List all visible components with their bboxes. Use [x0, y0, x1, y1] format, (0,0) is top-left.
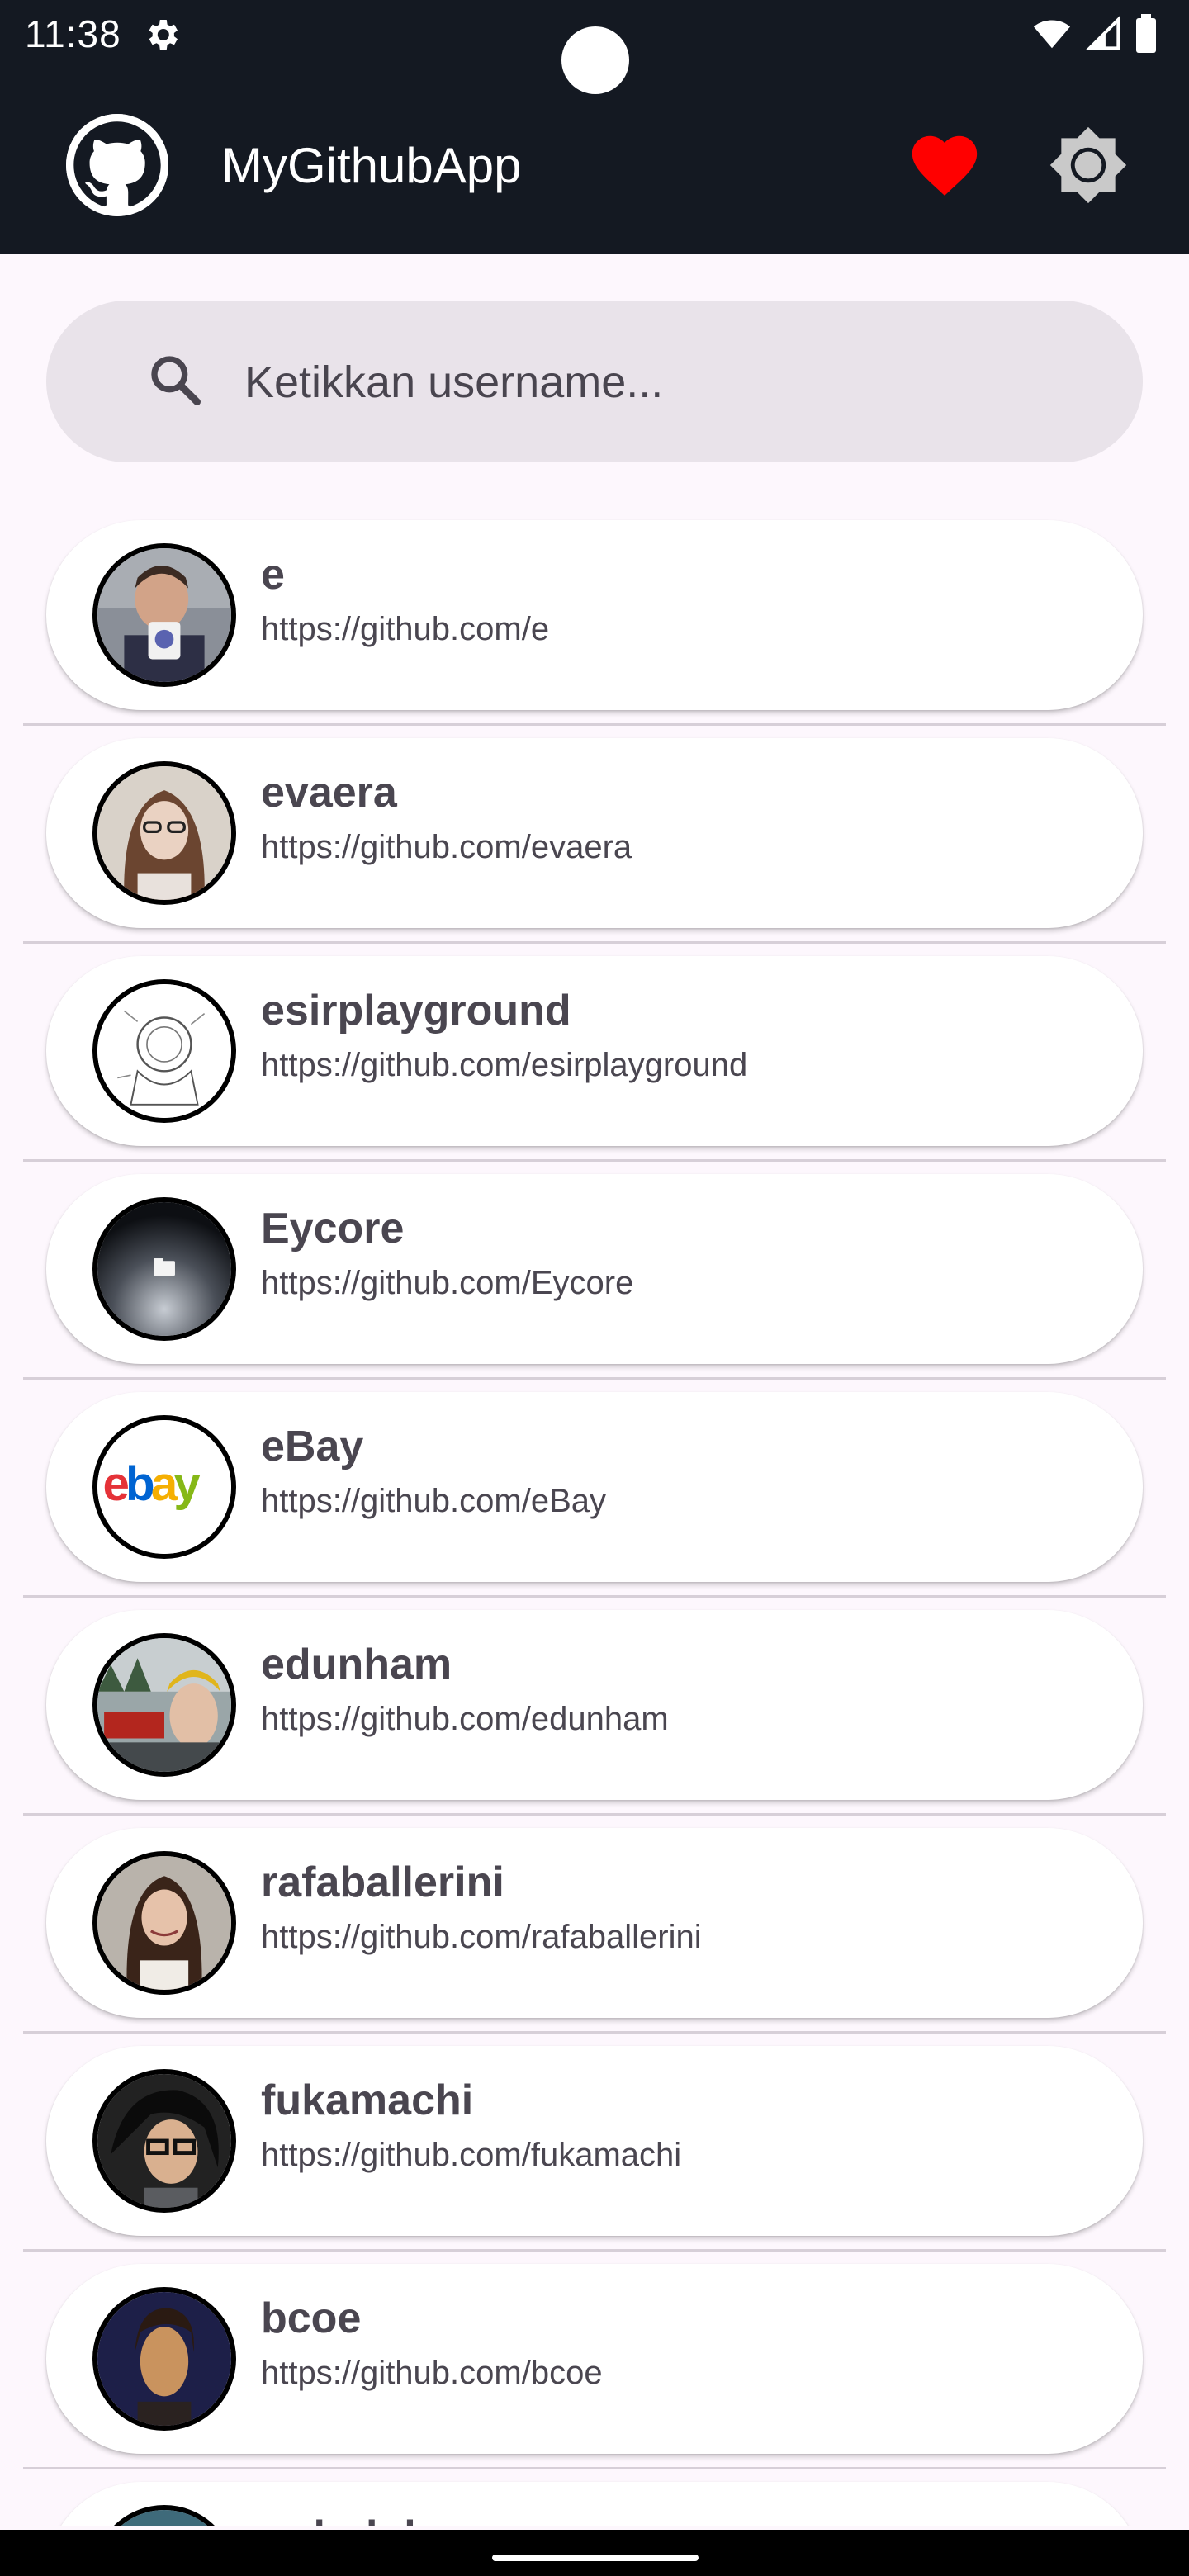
list-item[interactable]: fukamachi https://github.com/fukamachi [0, 2044, 1189, 2262]
status-time: 11:38 [25, 12, 121, 55]
list-item[interactable]: esirplayground https://github.com/esirpl… [0, 954, 1189, 1172]
user-card[interactable]: Eycore https://github.com/Eycore [46, 1174, 1143, 1364]
settings-status-icon [142, 15, 182, 54]
screen: 11:38 MyGithubApp Ketikkan username... e… [0, 0, 1189, 2576]
username: gobolula [261, 2512, 440, 2526]
list-item[interactable]: evaera https://github.com/evaera [0, 736, 1189, 954]
list-item[interactable]: ebay eBay https://github.com/eBay [0, 1390, 1189, 1608]
github-logo-icon [66, 114, 168, 216]
divider [23, 723, 1166, 726]
camera-cutout [561, 26, 629, 94]
divider [23, 941, 1166, 944]
username: eBay [261, 1423, 364, 1470]
svg-text:ebay: ebay [102, 1457, 201, 1511]
list-item[interactable]: edunham https://github.com/edunham [0, 1608, 1189, 1826]
divider [23, 1595, 1166, 1598]
user-card[interactable]: bcoe https://github.com/bcoe [46, 2264, 1143, 2454]
avatar [92, 979, 236, 1123]
battery-icon [1135, 13, 1158, 58]
user-card[interactable]: fukamachi https://github.com/fukamachi [46, 2046, 1143, 2236]
heart-icon [906, 126, 983, 208]
username: edunham [261, 1641, 452, 1688]
status-bar: 11:38 [0, 0, 1189, 94]
ebay-logo: ebay [92, 1415, 236, 1559]
username: esirplayground [261, 987, 571, 1035]
avatar [92, 1851, 236, 1995]
avatar [92, 1197, 236, 1341]
user-card[interactable]: esirplayground https://github.com/esirpl… [46, 956, 1143, 1146]
user-url: https://github.com/eBay [261, 1483, 607, 1519]
user-card[interactable]: e https://github.com/e [46, 520, 1143, 710]
user-card[interactable]: ebay eBay https://github.com/eBay [46, 1392, 1143, 1582]
list-item[interactable]: Eycore https://github.com/Eycore [0, 1172, 1189, 1390]
avatar [92, 543, 236, 687]
username: rafaballerini [261, 1859, 504, 1906]
status-icons [1030, 13, 1158, 58]
app-header: 11:38 MyGithubApp [0, 0, 1189, 254]
navigation-bar [0, 2530, 1189, 2576]
username: evaera [261, 769, 397, 817]
search-icon [142, 347, 208, 413]
avatar [92, 761, 236, 905]
user-url: https://github.com/Eycore [261, 1265, 634, 1301]
user-url: https://github.com/bcoe [261, 2355, 603, 2391]
username: bcoe [261, 2294, 362, 2342]
divider [23, 1159, 1166, 1162]
avatar [92, 1633, 236, 1777]
brightness-icon [1048, 125, 1129, 210]
divider [23, 1813, 1166, 1816]
search-bar[interactable] [46, 301, 1143, 462]
favorites-button[interactable] [903, 125, 986, 208]
search-input[interactable] [243, 340, 1105, 424]
list-item[interactable]: e https://github.com/e [0, 519, 1189, 736]
username: e [261, 551, 285, 599]
home-gesture-handle[interactable] [492, 2555, 699, 2561]
avatar [92, 2287, 236, 2431]
avatar [92, 2505, 236, 2526]
list-item[interactable]: gobolula [0, 2480, 1189, 2526]
user-url: https://github.com/edunham [261, 1701, 669, 1737]
divider [23, 1377, 1166, 1380]
app-title: MyGithubApp [221, 138, 522, 193]
user-url: https://github.com/fukamachi [261, 2137, 682, 2173]
signal-icon [1085, 15, 1123, 57]
user-card[interactable]: gobolula [46, 2482, 1143, 2526]
username: Eycore [261, 1205, 405, 1252]
divider [23, 2031, 1166, 2034]
avatar [92, 2069, 236, 2213]
user-url: https://github.com/e [261, 611, 550, 647]
divider [23, 2249, 1166, 2252]
username: fukamachi [261, 2076, 474, 2124]
user-card[interactable]: rafaballerini https://github.com/rafabal… [46, 1828, 1143, 2018]
app-bar: MyGithubApp [0, 107, 1189, 223]
user-url: https://github.com/esirplayground [261, 1047, 748, 1083]
user-list: e https://github.com/e evaera https://gi… [0, 519, 1189, 2526]
user-card[interactable]: evaera https://github.com/evaera [46, 738, 1143, 928]
user-url: https://github.com/rafaballerini [261, 1919, 702, 1955]
wifi-icon [1030, 15, 1073, 57]
user-card[interactable]: edunham https://github.com/edunham [46, 1610, 1143, 1800]
list-item[interactable]: rafaballerini https://github.com/rafabal… [0, 1826, 1189, 2044]
divider [23, 2467, 1166, 2469]
theme-settings-button[interactable] [1047, 125, 1130, 208]
list-item[interactable]: bcoe https://github.com/bcoe [0, 2262, 1189, 2480]
user-url: https://github.com/evaera [261, 829, 632, 865]
